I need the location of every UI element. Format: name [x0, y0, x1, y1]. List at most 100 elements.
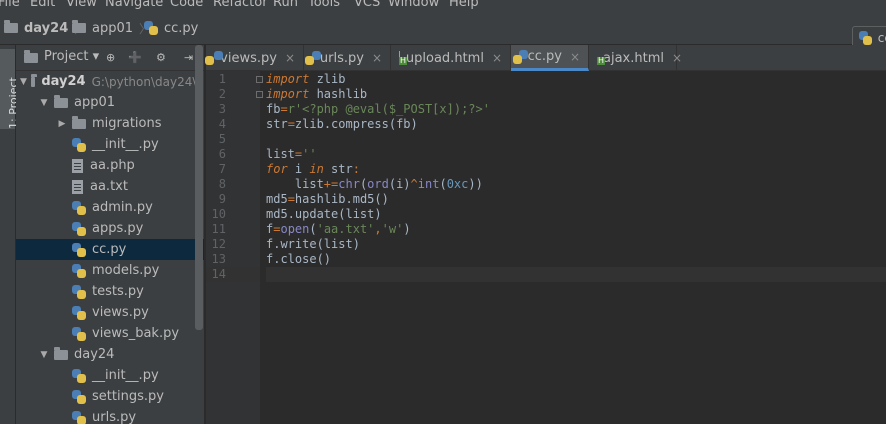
- code-line: f=open('aa.txt','w'): [266, 222, 886, 237]
- python-file-icon: [72, 368, 86, 383]
- project-view-selector[interactable]: Project ▾: [44, 49, 99, 64]
- tree-item-aa-txt[interactable]: aa.txt: [16, 176, 204, 197]
- gear-icon[interactable]: ⚙: [156, 51, 166, 64]
- menu-file[interactable]: File: [0, 0, 20, 10]
- menu-help[interactable]: Help: [449, 0, 479, 10]
- tree-item-apps-py[interactable]: apps.py: [16, 218, 204, 239]
- close-tab-icon[interactable]: ×: [372, 51, 382, 65]
- close-tab-icon[interactable]: ×: [285, 51, 295, 65]
- tree-item-urls-py[interactable]: urls.py: [16, 407, 204, 424]
- menu-code[interactable]: Code: [170, 0, 203, 10]
- hide-panel-icon[interactable]: ⇥: [184, 51, 193, 64]
- code-line: f.close(): [266, 252, 886, 267]
- tab-label: cc.py: [527, 49, 562, 64]
- tree-item-name: admin.py: [92, 200, 153, 215]
- folder-icon: [4, 20, 18, 33]
- tree-item-views-bak-py[interactable]: views_bak.py: [16, 323, 204, 344]
- tree-item-migrations[interactable]: ▶ migrations: [16, 113, 204, 134]
- line-number: 8: [218, 177, 226, 191]
- tree-item-name: cc.py: [92, 242, 127, 257]
- code-line: md5=hashlib.md5(): [266, 192, 886, 207]
- tab-label: urls.py: [319, 50, 364, 66]
- menu-window[interactable]: Window: [388, 0, 439, 10]
- collapsed-arrow-icon[interactable]: ▶: [56, 119, 68, 129]
- tree-item-name: views.py: [92, 305, 149, 320]
- folder-icon: [54, 94, 68, 108]
- html-file-icon: [399, 51, 407, 65]
- code-token: chr: [338, 177, 360, 191]
- tree-item-day24[interactable]: ▼ day24: [16, 344, 204, 365]
- tab-views-py[interactable]: views.py ×: [205, 45, 304, 71]
- menu-tools[interactable]: Tools: [308, 0, 340, 10]
- fold-start-icon[interactable]: [256, 76, 263, 83]
- close-tab-icon[interactable]: ×: [492, 51, 502, 65]
- project-panel: Project ▾ ⊕ ➕ ⚙ ⇥ ▼ day24 G:\python\day24\d ▼ a…: [16, 45, 204, 424]
- tree-item-name: day24: [74, 347, 115, 362]
- tab-upload-html[interactable]: upload.html ×: [391, 45, 511, 71]
- tab-cc-py[interactable]: cc.py ×: [511, 45, 589, 71]
- tree-item-views-py[interactable]: views.py: [16, 302, 204, 323]
- code-editor[interactable]: import zlib import hashlib fb=r'<?php @eva…: [266, 71, 886, 424]
- close-tab-icon[interactable]: ×: [570, 50, 580, 64]
- code-token: )): [468, 177, 483, 191]
- breadcrumb-label: app01: [92, 20, 134, 36]
- tree-item-aa-php[interactable]: aa.php: [16, 155, 204, 176]
- project-tree-scrollbar[interactable]: [195, 45, 203, 330]
- python-file-icon: [72, 284, 86, 299]
- breadcrumb-cc-py[interactable]: cc.py: [144, 19, 198, 37]
- tab-urls-py[interactable]: urls.py ×: [304, 45, 391, 71]
- tree-item-models-py[interactable]: models.py: [16, 260, 204, 281]
- menu-edit[interactable]: Edit: [30, 0, 55, 10]
- line-number: 5: [218, 132, 226, 146]
- menu-refactor[interactable]: Refactor: [213, 0, 268, 10]
- expanded-arrow-icon[interactable]: ▼: [20, 77, 27, 87]
- tree-item-tests-py[interactable]: tests.py: [16, 281, 204, 302]
- code-token: '': [302, 147, 317, 161]
- python-file-icon: [72, 263, 86, 278]
- navigation-bar: cc day24〉app01〉cc.py: [0, 10, 886, 50]
- code-line: list='': [266, 147, 886, 162]
- python-file-icon: [513, 49, 527, 64]
- menu-vcs[interactable]: VCS: [354, 0, 380, 10]
- expanded-arrow-icon[interactable]: ▼: [38, 350, 50, 360]
- tree-item-app01[interactable]: ▼ app01: [16, 92, 204, 113]
- tree-item-settings-py[interactable]: settings.py: [16, 386, 204, 407]
- menu-bar: File Edit View Navigate Code Refactor Run Tools…: [0, 0, 886, 10]
- editor-tab-bar: views.py×urls.py×upload.html×cc.py×ajax.…: [205, 45, 886, 71]
- code-token: open: [280, 222, 310, 236]
- scroll-from-source-icon[interactable]: ⊕: [106, 51, 115, 64]
- project-tool-window-tab[interactable]: 1: Project: [0, 49, 20, 129]
- code-token: list: [266, 147, 295, 161]
- line-number: 1: [218, 72, 226, 86]
- python-file-icon: [72, 389, 86, 404]
- tree-item-day24[interactable]: ▼ day24 G:\python\day24\d: [16, 71, 204, 92]
- tree-item-name: day24: [41, 74, 86, 89]
- folder-icon: [72, 115, 86, 129]
- tree-item-path: G:\python\day24\d: [91, 74, 204, 89]
- tree-item-name: aa.php: [90, 158, 135, 173]
- code-token: +=: [323, 177, 339, 191]
- code-token: ,: [374, 222, 382, 236]
- line-number: 4: [218, 117, 226, 131]
- tree-item-name: views_bak.py: [92, 326, 180, 341]
- collapse-all-icon[interactable]: ➕: [128, 51, 142, 64]
- tree-item-name: tests.py: [92, 284, 144, 299]
- folder-icon: [54, 346, 68, 360]
- menu-run[interactable]: Run: [273, 0, 298, 10]
- line-number: 9: [218, 192, 226, 206]
- line-number: 3: [218, 102, 226, 116]
- menu-navigate[interactable]: Navigate: [105, 0, 163, 10]
- fold-end-icon[interactable]: [256, 91, 263, 98]
- editor-area: views.py×urls.py×upload.html×cc.py×ajax.…: [205, 45, 886, 424]
- tree-item-init-py[interactable]: __init__.py: [16, 134, 204, 155]
- tree-item-admin-py[interactable]: admin.py: [16, 197, 204, 218]
- tree-item-init-py[interactable]: __init__.py: [16, 365, 204, 386]
- breadcrumb-app01[interactable]: app01 〉: [72, 19, 151, 37]
- tab-ajax-html[interactable]: ajax.html ×: [589, 45, 682, 71]
- tree-item-cc-py[interactable]: cc.py: [16, 239, 204, 260]
- menu-view[interactable]: View: [66, 0, 97, 10]
- close-tab-icon[interactable]: ×: [672, 51, 682, 65]
- code-token: hashlib: [309, 87, 368, 101]
- expanded-arrow-icon[interactable]: ▼: [38, 98, 50, 108]
